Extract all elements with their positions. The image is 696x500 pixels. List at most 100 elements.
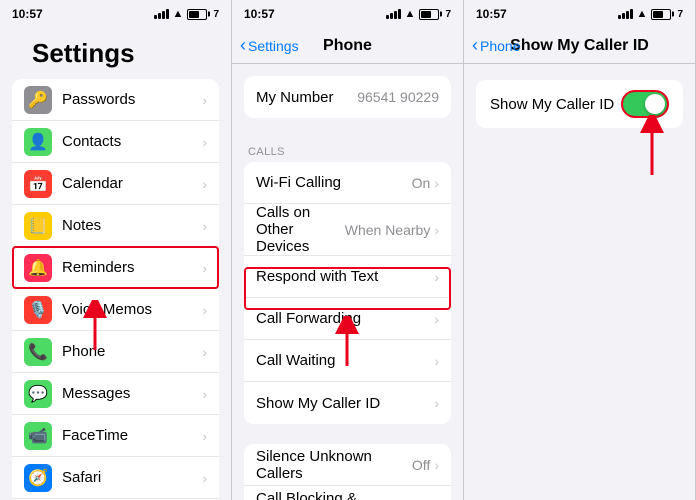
row-passwords[interactable]: 🔑 Passwords › (12, 79, 219, 121)
messages-label: Messages (62, 385, 202, 402)
settings-list: 🔑 Passwords › 👤 Contacts › 📅 Calendar › … (0, 79, 231, 500)
settings-title: Settings (0, 28, 231, 79)
my-number-label: My Number (256, 89, 357, 106)
status-bar-1: 10:57 ▲ 7 (0, 0, 231, 28)
voice-memos-label: Voice Memos (62, 301, 202, 318)
notes-icon: 📒 (24, 212, 52, 240)
reminders-label: Reminders (62, 259, 202, 276)
calls-other-chevron: › (434, 222, 439, 238)
contacts-label: Contacts (62, 133, 202, 150)
row-call-blocking[interactable]: Call Blocking & Identification › (244, 486, 451, 500)
back-label: Settings (248, 38, 299, 54)
row-facetime[interactable]: 📹 FaceTime › (12, 415, 219, 457)
row-reminders[interactable]: 🔔 Reminders › (12, 247, 219, 289)
row-my-number: My Number 96541 90229 (244, 76, 451, 118)
status-icons-3: ▲ 7 (618, 8, 683, 20)
messages-icon: 💬 (24, 380, 52, 408)
safari-chevron: › (202, 470, 207, 486)
battery-label-3: 7 (677, 9, 683, 20)
facetime-label: FaceTime (62, 427, 202, 444)
show-caller-id-chevron: › (434, 395, 439, 411)
signal-icon-2 (386, 9, 401, 19)
status-bar-3: 10:57 ▲ 7 (464, 0, 695, 28)
respond-text-label: Respond with Text (256, 268, 434, 285)
row-calls-other-devices[interactable]: Calls on Other Devices When Nearby › (244, 204, 451, 256)
calendar-chevron: › (202, 176, 207, 192)
reminders-chevron: › (202, 260, 207, 276)
settings-section-1: 🔑 Passwords › 👤 Contacts › 📅 Calendar › … (12, 79, 219, 500)
calls-header: CALLS (232, 138, 463, 162)
phone-chevron: › (202, 344, 207, 360)
wifi-icon-3: ▲ (637, 8, 648, 20)
battery-label: 7 (213, 9, 219, 20)
phone-scroll: My Number 96541 90229 CALLS Wi-Fi Callin… (232, 64, 463, 500)
wifi-calling-chevron: › (434, 175, 439, 191)
battery-icon-2 (419, 9, 439, 20)
row-show-caller-id[interactable]: Show My Caller ID › (244, 382, 451, 424)
caller-id-scroll: Show My Caller ID (464, 64, 695, 500)
call-forwarding-chevron: › (434, 311, 439, 327)
signal-icon (154, 9, 169, 19)
time-1: 10:57 (12, 7, 43, 21)
row-contacts[interactable]: 👤 Contacts › (12, 121, 219, 163)
caller-id-title: Show My Caller ID (510, 37, 649, 55)
contacts-chevron: › (202, 134, 207, 150)
facetime-chevron: › (202, 428, 207, 444)
contacts-icon: 👤 (24, 128, 52, 156)
row-call-forwarding[interactable]: Call Forwarding › (244, 298, 451, 340)
status-icons-2: ▲ 7 (386, 8, 451, 20)
back-to-settings[interactable]: ‹ Settings (240, 35, 299, 56)
phone-nav: ‹ Settings Phone (232, 28, 463, 64)
row-safari[interactable]: 🧭 Safari › (12, 457, 219, 499)
row-voice-memos[interactable]: 🎙️ Voice Memos › (12, 289, 219, 331)
row-messages[interactable]: 💬 Messages › (12, 373, 219, 415)
wifi-icon: ▲ (173, 8, 184, 20)
battery-icon-3 (651, 9, 671, 20)
time-2: 10:57 (244, 7, 275, 21)
panel-caller-id: 10:57 ▲ 7 ‹ Phone Show My Caller ID S (464, 0, 696, 500)
calls-other-label: Calls on Other Devices (256, 204, 345, 255)
wifi-calling-label: Wi-Fi Calling (256, 174, 412, 191)
respond-text-chevron: › (434, 269, 439, 285)
messages-chevron: › (202, 386, 207, 402)
passwords-label: Passwords (62, 91, 202, 108)
unknown-callers-section: Silence Unknown Callers Off › Call Block… (244, 444, 451, 500)
call-blocking-label: Call Blocking & Identification (256, 490, 434, 500)
battery-label-2: 7 (445, 9, 451, 20)
toggle-knob-3 (645, 94, 665, 114)
safari-icon: 🧭 (24, 464, 52, 492)
caller-id-toggle-section: Show My Caller ID (476, 80, 683, 128)
notes-chevron: › (202, 218, 207, 234)
row-notes[interactable]: 📒 Notes › (12, 205, 219, 247)
phone-label: Phone (62, 343, 202, 360)
passwords-icon: 🔑 (24, 86, 52, 114)
panel-settings: 10:57 ▲ 7 Settings 🔑 Passwords › (0, 0, 232, 500)
status-bar-2: 10:57 ▲ 7 (232, 0, 463, 28)
row-calendar[interactable]: 📅 Calendar › (12, 163, 219, 205)
my-number-value: 96541 90229 (357, 89, 439, 105)
caller-id-toggle-label: Show My Caller ID (490, 96, 621, 113)
my-number-section: My Number 96541 90229 (232, 76, 463, 118)
row-call-waiting[interactable]: Call Waiting › (244, 340, 451, 382)
wifi-icon-2: ▲ (405, 8, 416, 20)
row-silence-unknown[interactable]: Silence Unknown Callers Off › (244, 444, 451, 486)
calendar-icon: 📅 (24, 170, 52, 198)
voice-memos-icon: 🎙️ (24, 296, 52, 324)
facetime-icon: 📹 (24, 422, 52, 450)
row-respond-text[interactable]: Respond with Text › (244, 256, 451, 298)
calls-section: Wi-Fi Calling On › Calls on Other Device… (244, 162, 451, 424)
status-icons-1: ▲ 7 (154, 8, 219, 20)
passwords-chevron: › (202, 92, 207, 108)
show-caller-id-toggle[interactable] (621, 90, 669, 118)
row-phone[interactable]: 📞 Phone › (12, 331, 219, 373)
voice-memos-chevron: › (202, 302, 207, 318)
my-number-row: My Number 96541 90229 (244, 76, 451, 118)
reminders-icon: 🔔 (24, 254, 52, 282)
row-wifi-calling[interactable]: Wi-Fi Calling On › (244, 162, 451, 204)
silence-unknown-label: Silence Unknown Callers (256, 448, 412, 482)
phone-title: Phone (323, 37, 372, 55)
calls-other-value: When Nearby (345, 222, 431, 238)
back-to-phone[interactable]: ‹ Phone (472, 35, 520, 56)
notes-label: Notes (62, 217, 202, 234)
calls-group: CALLS Wi-Fi Calling On › Calls on Other … (232, 138, 463, 424)
